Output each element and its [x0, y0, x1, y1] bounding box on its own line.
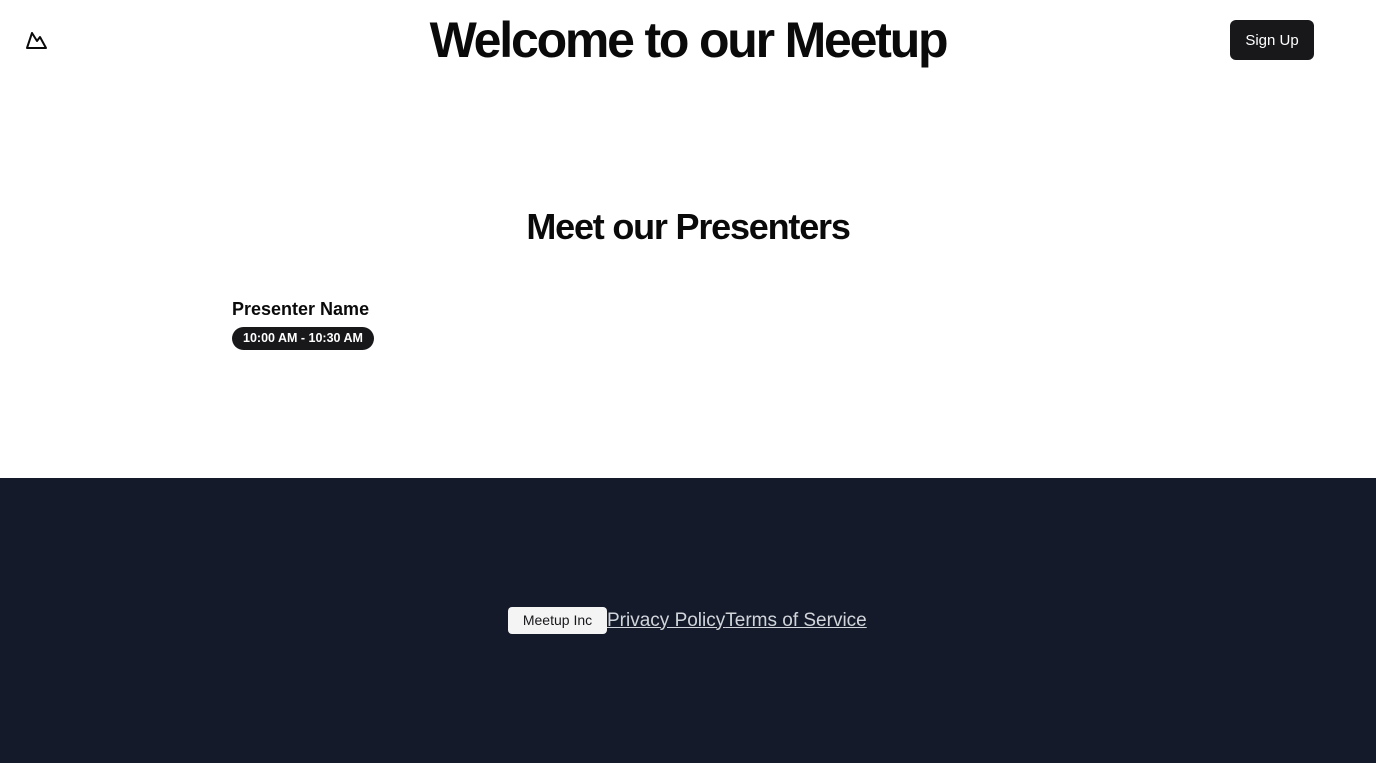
sign-up-button[interactable]: Sign Up — [1230, 20, 1314, 60]
privacy-policy-link[interactable]: Privacy Policy — [607, 609, 725, 633]
footer-row: Meetup Inc Privacy Policy Terms of Servi… — [508, 607, 867, 634]
presenter-time-badge: 10:00 AM - 10:30 AM — [232, 327, 374, 350]
section-title: Meet our Presenters — [526, 206, 851, 247]
site-footer: Meetup Inc Privacy Policy Terms of Servi… — [0, 478, 1376, 763]
presenters-section: Meet our Presenters Presenter Name 10:00… — [0, 80, 1376, 478]
presenter-card: Presenter Name 10:00 AM - 10:30 AM — [232, 298, 374, 350]
terms-of-service-link[interactable]: Terms of Service — [725, 609, 866, 633]
company-badge: Meetup Inc — [508, 607, 607, 634]
site-header: Welcome to our Meetup Sign Up — [0, 0, 1376, 80]
page-title: Welcome to our Meetup — [429, 12, 949, 68]
presenter-name: Presenter Name — [232, 299, 370, 319]
